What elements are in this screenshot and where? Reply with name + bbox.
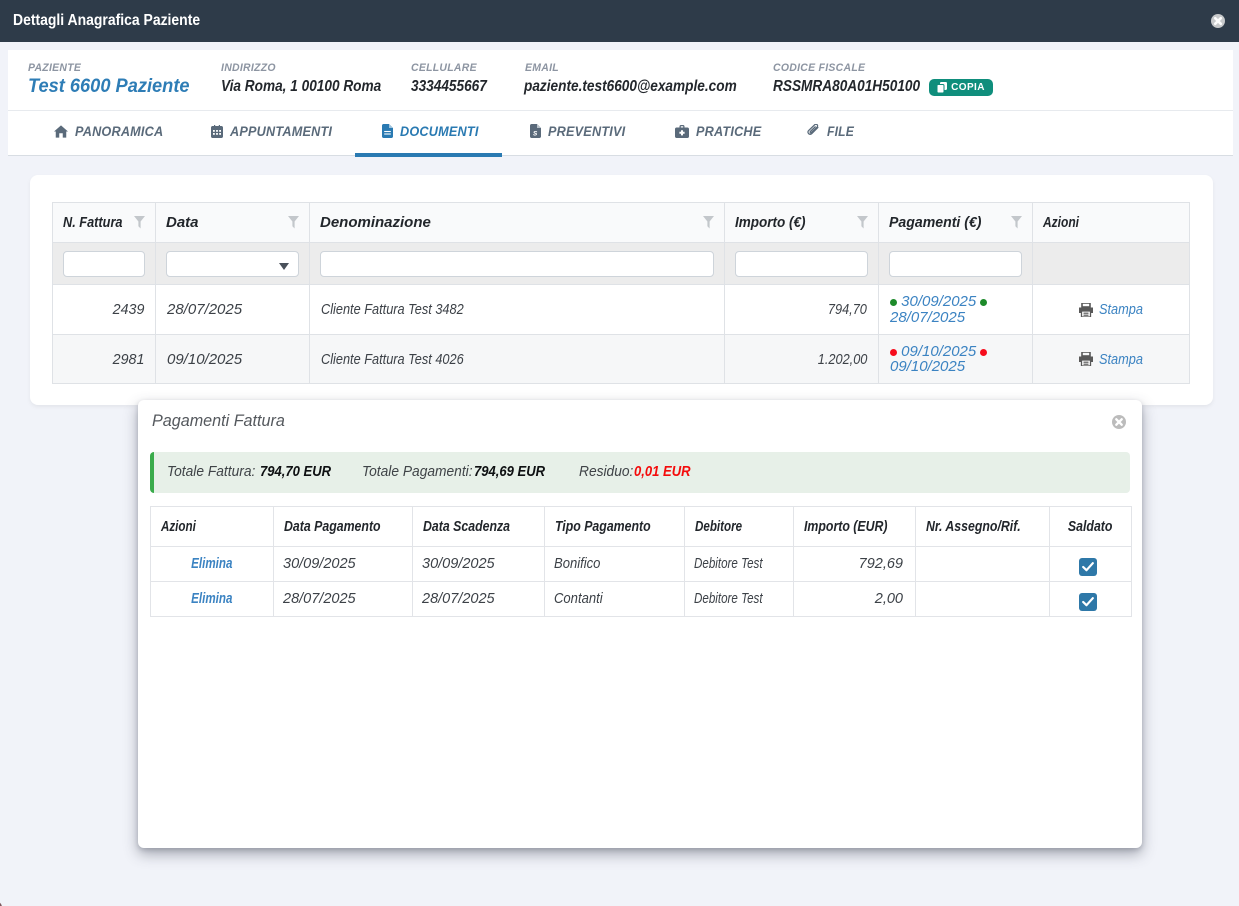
svg-text:s: s [533, 129, 538, 138]
